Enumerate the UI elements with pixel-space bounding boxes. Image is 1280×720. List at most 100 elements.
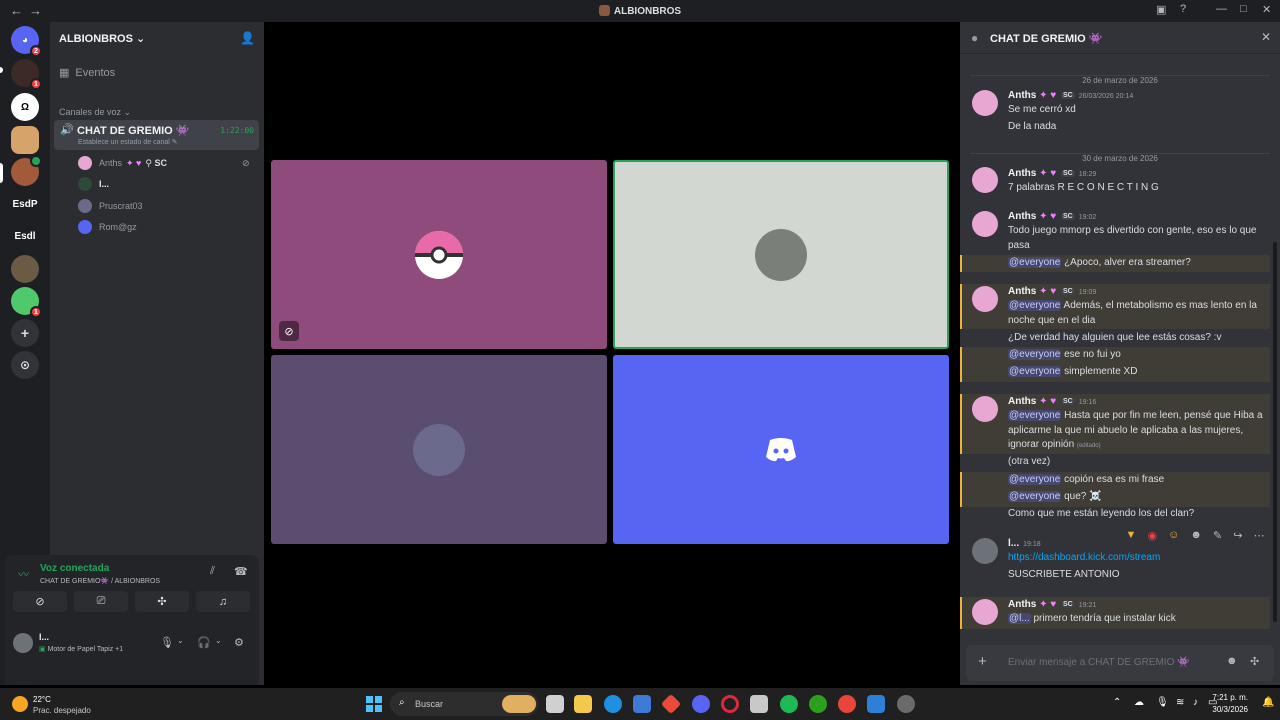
- guild-header[interactable]: ALBIONBROS ⌄ 👤: [50, 22, 264, 54]
- avatar[interactable]: [972, 167, 998, 193]
- soundboard-button[interactable]: ♫: [196, 591, 250, 612]
- help-icon[interactable]: ?: [1180, 3, 1186, 15]
- avatar[interactable]: [972, 538, 998, 564]
- avatar[interactable]: [13, 633, 33, 653]
- taskbar-search[interactable]: ⌕ Buscar: [390, 692, 538, 716]
- laugh-reaction-icon[interactable]: ☺: [1168, 529, 1179, 541]
- direct-messages-button[interactable]: ◕ 2: [11, 26, 42, 57]
- participant-tile-speaking[interactable]: [613, 160, 949, 349]
- headphones-icon[interactable]: 🎧: [197, 636, 211, 649]
- server-icon-active[interactable]: [11, 155, 42, 186]
- voice-location[interactable]: CHAT DE GREMIO👾 / ALBIONBROS: [40, 577, 160, 585]
- voice-user[interactable]: Rom@gz: [78, 218, 137, 236]
- mention[interactable]: @everyone: [1008, 410, 1062, 421]
- spotify-icon[interactable]: [780, 695, 798, 713]
- volume-icon[interactable]: ♪: [1193, 697, 1198, 708]
- chevron-down-icon[interactable]: ⌄: [177, 636, 184, 645]
- edit-icon[interactable]: ✎: [1213, 529, 1222, 542]
- chevron-down-icon[interactable]: ⌄: [215, 636, 222, 645]
- user-name[interactable]: l...: [39, 632, 49, 642]
- avatar[interactable]: [972, 396, 998, 422]
- task-view-icon[interactable]: [546, 695, 564, 713]
- tray-app-icon[interactable]: ☁: [1134, 697, 1144, 708]
- server-icon[interactable]: [11, 126, 39, 154]
- server-icon[interactable]: 1: [11, 59, 42, 90]
- voice-category[interactable]: Canales de voz ⌄: [59, 107, 131, 118]
- invite-people-icon[interactable]: 👤: [240, 31, 255, 45]
- tray-mic-icon[interactable]: 🎙: [1156, 697, 1169, 708]
- server-icon[interactable]: 1: [11, 287, 42, 318]
- discord-taskbar-icon[interactable]: [692, 695, 710, 713]
- voice-status[interactable]: Voz conectada: [40, 563, 109, 574]
- avatar[interactable]: [972, 599, 998, 625]
- voice-user[interactable]: l...: [78, 175, 109, 193]
- voice-user[interactable]: Pruscrat03: [78, 197, 143, 215]
- inbox-icon[interactable]: ▣: [1156, 3, 1166, 16]
- server-icon[interactable]: EsdP: [11, 190, 39, 218]
- xbox-icon[interactable]: [809, 695, 827, 713]
- more-options-icon[interactable]: ⋯: [1253, 529, 1264, 542]
- participant-tile[interactable]: ⊘: [271, 160, 607, 349]
- voice-user[interactable]: Anths ✦ ♥ ⚲ SC ⊘: [78, 154, 250, 172]
- discover-icon[interactable]: ⊙: [11, 351, 39, 379]
- emoji-icon[interactable]: ☻: [1226, 655, 1238, 667]
- mention[interactable]: @everyone: [1008, 474, 1062, 485]
- file-explorer-icon[interactable]: [574, 695, 592, 713]
- message-link[interactable]: https://dashboard.kick.com/stream: [1008, 551, 1270, 566]
- avatar[interactable]: [972, 90, 998, 116]
- emoji-reaction-icon[interactable]: ◉: [1147, 529, 1157, 542]
- mention[interactable]: @l...: [1008, 613, 1031, 624]
- voice-channel-chat-de-gremio[interactable]: 🔊 CHAT DE GREMIO 👾 1:22:00 Establece un …: [54, 120, 259, 150]
- add-reaction-icon[interactable]: ☻: [1190, 529, 1202, 541]
- message-author[interactable]: Anths ✦ ♥ SC 19:21: [1008, 599, 1096, 610]
- noise-suppression-icon[interactable]: ⫽: [210, 565, 215, 578]
- signal-icon[interactable]: 〰: [18, 566, 29, 582]
- chat-scrollbar[interactable]: [1273, 242, 1277, 622]
- participant-tile[interactable]: [613, 355, 949, 544]
- message-author[interactable]: Anths ✦ ♥ SC 19:09: [1008, 286, 1096, 297]
- clock[interactable]: 7:21 p. m. 30/3/2026: [1212, 692, 1248, 716]
- close-icon[interactable]: ✕: [1261, 30, 1271, 44]
- outlook-icon[interactable]: [867, 695, 885, 713]
- mention[interactable]: @everyone: [1008, 349, 1062, 360]
- microphone-icon[interactable]: 🎙: [160, 636, 174, 649]
- store-icon[interactable]: [633, 695, 651, 713]
- tray-chevron-icon[interactable]: ⌃: [1113, 697, 1121, 708]
- message-input[interactable]: + Enviar mensaje a CHAT DE GREMIO 👾 ☻ ✣: [966, 645, 1274, 681]
- attach-plus-icon[interactable]: +: [978, 653, 987, 670]
- thumbs-down-reaction-icon[interactable]: ▼: [1126, 529, 1137, 541]
- settings-gear-icon[interactable]: ⚙: [234, 636, 244, 649]
- server-icon[interactable]: Ω: [11, 93, 39, 121]
- edge-icon[interactable]: [604, 695, 622, 713]
- weather-widget[interactable]: 22°C Prac. despejado: [12, 692, 92, 716]
- app-icon[interactable]: [897, 695, 915, 713]
- maximize-button[interactable]: □: [1240, 3, 1247, 15]
- server-icon[interactable]: [11, 255, 39, 283]
- forward-icon[interactable]: ↪: [1233, 529, 1242, 542]
- opera-icon[interactable]: [721, 695, 739, 713]
- minimize-button[interactable]: —: [1216, 3, 1227, 15]
- message-author[interactable]: Anths ✦ ♥ SC 19:02: [1008, 211, 1096, 222]
- message-author[interactable]: Anths ✦ ♥ SC 18:29: [1008, 168, 1096, 179]
- mention[interactable]: @everyone: [1008, 491, 1062, 502]
- avatar[interactable]: [972, 286, 998, 312]
- app-icon[interactable]: [660, 693, 682, 715]
- close-window-button[interactable]: ✕: [1262, 3, 1271, 16]
- apps-icon[interactable]: ✣: [1250, 655, 1259, 668]
- message-author[interactable]: Anths ✦ ♥ SC 26/03/2026 20:14: [1008, 90, 1133, 101]
- add-server-icon[interactable]: +: [11, 319, 39, 347]
- activities-button[interactable]: ✣: [135, 591, 189, 612]
- camera-off-button[interactable]: ⊘: [13, 591, 67, 612]
- server-icon[interactable]: Esdl: [11, 222, 39, 250]
- events-item[interactable]: ▦ Eventos: [59, 66, 115, 79]
- avatar[interactable]: [972, 211, 998, 237]
- mention[interactable]: @everyone: [1008, 366, 1062, 377]
- screen-share-button[interactable]: ⎚: [74, 591, 128, 612]
- participant-tile[interactable]: [271, 355, 607, 544]
- disconnect-icon[interactable]: ☎: [234, 565, 248, 578]
- message-author[interactable]: l... 19:18: [1008, 538, 1041, 549]
- app-icon[interactable]: [750, 695, 768, 713]
- chrome-icon[interactable]: [838, 695, 856, 713]
- wifi-icon[interactable]: ≋: [1176, 697, 1184, 708]
- mention[interactable]: @everyone: [1008, 257, 1062, 268]
